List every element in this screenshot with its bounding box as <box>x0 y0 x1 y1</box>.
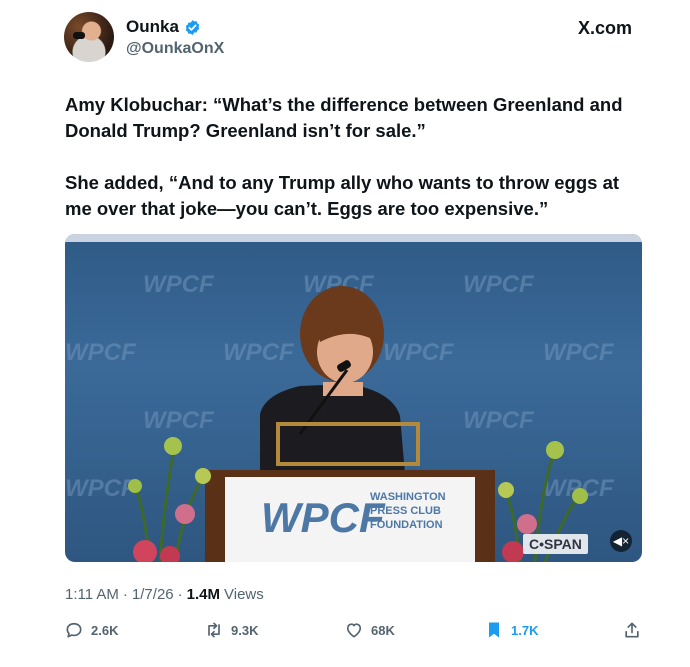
meta-separator: · <box>177 586 183 603</box>
views-count: 1.4M <box>186 586 220 603</box>
verified-badge-icon <box>185 19 200 35</box>
podium-org-line-2: PRESS CLUB <box>370 505 441 517</box>
tweet-meta: 1:11 AM · 1/7/26 · 1.4M Views <box>65 586 264 603</box>
bookmark-icon <box>489 622 499 638</box>
podium-org-line-3: FOUNDATION <box>370 519 443 531</box>
bookmark-button[interactable]: 1.7K <box>484 620 538 640</box>
tweet-paragraph-2: She added, “And to any Trump ally who wa… <box>65 172 620 219</box>
meta-separator: · <box>122 586 128 603</box>
repost-button[interactable]: 9.3K <box>204 620 258 640</box>
backdrop-logo: WPCF <box>143 407 215 434</box>
flower-arrangement-left <box>128 437 211 562</box>
podium-org-line-1: WASHINGTON <box>370 491 446 503</box>
user-handle[interactable]: @OunkaOnX <box>126 40 224 58</box>
mute-button[interactable]: ◀× <box>610 530 632 552</box>
backdrop-logo: WPCF <box>463 271 535 298</box>
speaker-mute-icon: ◀× <box>612 534 630 548</box>
backdrop-logo: WPCF <box>143 271 215 298</box>
avatar[interactable] <box>64 12 114 62</box>
display-name[interactable]: Ounka <box>126 17 179 37</box>
reply-icon <box>66 622 82 638</box>
speaker-body <box>260 384 405 474</box>
backdrop-logo: WPCF <box>383 339 455 366</box>
podium-logo: WPCF <box>261 494 386 541</box>
tweet-time[interactable]: 1:11 AM <box>65 586 119 603</box>
brand-label: X.com <box>577 18 632 38</box>
cspan-watermark: C•SPAN <box>523 534 588 554</box>
tweet-paragraph-1: Amy Klobuchar: “What’s the difference be… <box>65 94 623 141</box>
heart-icon <box>346 623 362 638</box>
repost-icon <box>208 622 220 638</box>
x-logo: X.com <box>578 18 632 39</box>
share-icon <box>625 622 639 638</box>
name-row: Ounka <box>126 17 201 37</box>
backdrop-logo: WPCF <box>65 339 137 366</box>
backdrop-logo: WPCF <box>65 475 137 502</box>
backdrop-logo: WPCF <box>463 407 535 434</box>
like-button[interactable]: 68K <box>344 620 395 640</box>
tweet-video[interactable]: WPCF WPCF WPCF WPCF WPCF WPCF WPCF WPCF … <box>65 234 642 562</box>
video-frame: WPCF WPCF WPCF WPCF WPCF WPCF WPCF WPCF … <box>65 271 615 562</box>
tweet-text: Amy Klobuchar: “What’s the difference be… <box>65 92 645 248</box>
like-count: 68K <box>371 622 395 638</box>
reply-count: 2.6K <box>91 622 119 638</box>
avatar-microphone <box>73 32 85 39</box>
tweet-header: Ounka @OunkaOnX X.com <box>64 12 638 64</box>
views-label: Views <box>224 586 264 603</box>
share-button[interactable] <box>622 620 642 640</box>
backdrop-logo: WPCF <box>543 339 615 366</box>
bookmark-count: 1.7K <box>511 622 539 638</box>
backdrop-logo: WPCF <box>223 339 295 366</box>
action-bar: 2.6K 9.3K 68K 1.7K <box>64 620 642 644</box>
repost-count: 9.3K <box>231 622 259 638</box>
reply-button[interactable]: 2.6K <box>64 620 118 640</box>
tweet-date[interactable]: 1/7/26 <box>132 586 174 603</box>
